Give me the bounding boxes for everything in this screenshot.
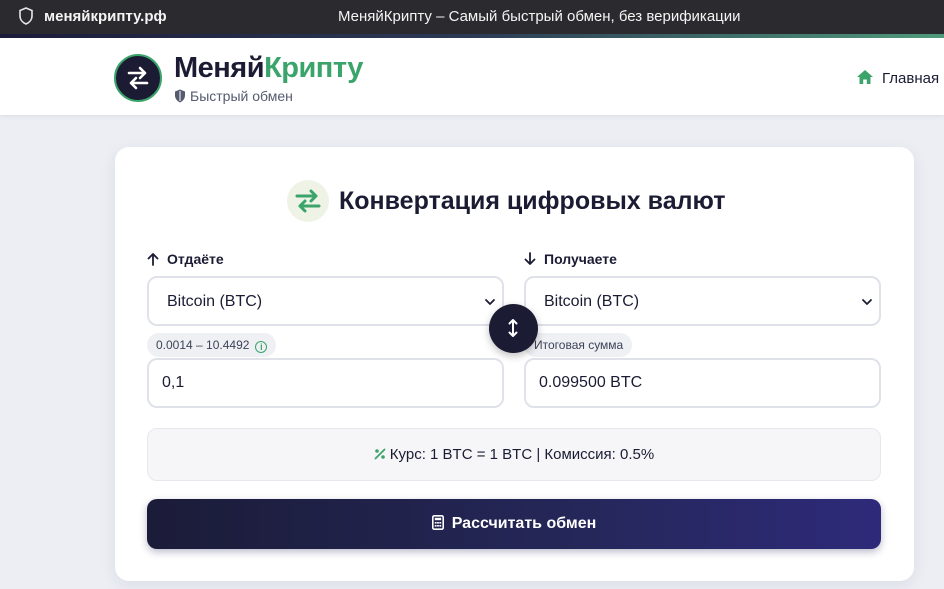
give-label-text: Отдаёте bbox=[167, 251, 224, 267]
chevron-down-icon bbox=[862, 299, 872, 305]
receive-label-text: Получаете bbox=[544, 251, 617, 267]
logo[interactable] bbox=[114, 54, 162, 102]
swap-currencies-button[interactable] bbox=[489, 304, 538, 353]
title-icon-badge bbox=[287, 180, 329, 222]
nav-home-label: Главная bbox=[882, 70, 940, 87]
arrow-down-icon bbox=[524, 252, 536, 265]
give-range-badge: 0.0014 – 10.4492 i bbox=[147, 333, 277, 357]
exchange-arrows-icon bbox=[295, 189, 321, 213]
brand-name[interactable]: МеняйКрипту bbox=[174, 52, 363, 85]
brand-name-part2: Крипту bbox=[264, 52, 363, 84]
info-icon[interactable]: i bbox=[255, 341, 268, 353]
arrow-up-icon bbox=[147, 253, 159, 266]
give-currency-value: Bitcoin (BTC) bbox=[167, 293, 263, 310]
give-amount-input[interactable]: 0,1 bbox=[147, 358, 504, 408]
percent-icon bbox=[374, 448, 386, 460]
chevron-down-icon bbox=[485, 299, 495, 305]
shield-icon bbox=[175, 89, 185, 103]
swap-vertical-icon bbox=[508, 319, 518, 337]
home-icon bbox=[857, 70, 873, 84]
result-label-badge: Итоговая сумма bbox=[524, 333, 633, 357]
rate-info-text: Курс: 1 BTC = 1 BTC | Комиссия: 0.5% bbox=[389, 446, 655, 463]
rate-info-box: Курс: 1 BTC = 1 BTC | Комиссия: 0.5% bbox=[147, 428, 881, 481]
receive-currency-value: Bitcoin (BTC) bbox=[544, 293, 640, 310]
give-range-text: 0.0014 – 10.4492 bbox=[156, 338, 250, 352]
calculate-exchange-button[interactable]: Рассчитать обмен bbox=[147, 499, 881, 549]
calculator-icon bbox=[431, 515, 444, 530]
tagline: Быстрый обмен bbox=[174, 88, 293, 104]
receive-amount-output: 0.099500 BTC bbox=[524, 358, 881, 408]
nav-home-link[interactable]: Главная bbox=[856, 69, 939, 87]
converter-card: Конвертация цифровых валют Отдаёте Bitco… bbox=[115, 147, 914, 581]
result-label-text: Итоговая сумма bbox=[534, 338, 624, 352]
browser-title-bar: меняйкрипту.рф МеняйКрипту – Самый быстр… bbox=[0, 0, 944, 34]
brand-name-part1: Меняй bbox=[174, 52, 265, 84]
give-currency-select[interactable]: Bitcoin (BTC) bbox=[147, 276, 504, 326]
give-label: Отдаёте bbox=[147, 251, 224, 267]
receive-label: Получаете bbox=[524, 251, 617, 267]
exchange-arrows-icon bbox=[127, 66, 149, 90]
receive-currency-select[interactable]: Bitcoin (BTC) bbox=[524, 276, 881, 326]
site-header: МеняйКрипту Быстрый обмен Главная bbox=[0, 38, 944, 115]
shield-icon bbox=[19, 7, 33, 25]
tagline-text: Быстрый обмен bbox=[190, 88, 293, 104]
browser-page-title: МеняйКрипту – Самый быстрый обмен, без в… bbox=[338, 8, 741, 25]
calculate-button-label: Рассчитать обмен bbox=[451, 515, 597, 532]
browser-url[interactable]: меняйкрипту.рф bbox=[44, 8, 167, 25]
card-title: Конвертация цифровых валют bbox=[339, 187, 726, 215]
